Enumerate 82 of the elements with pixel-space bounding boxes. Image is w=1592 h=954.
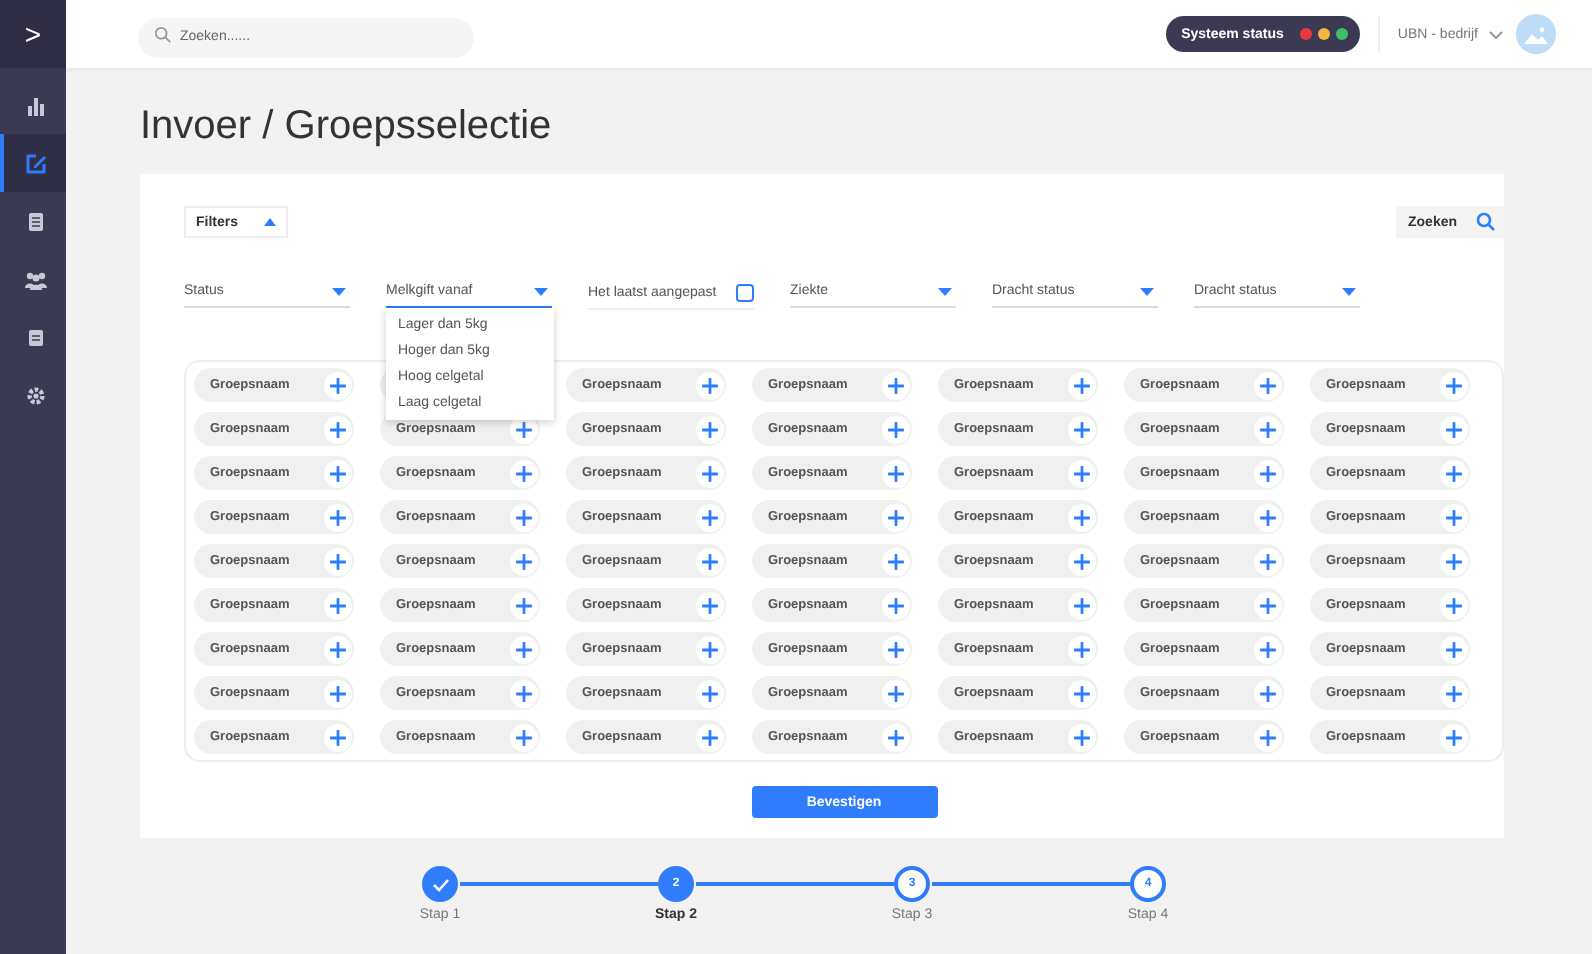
list-icon [23,325,47,349]
plus-icon [696,503,724,531]
plus-icon [510,591,538,619]
plus-icon [1254,723,1282,751]
plus-icon [696,459,724,487]
search-icon [1476,212,1496,232]
plus-icon [696,635,724,663]
plus-icon [1440,591,1468,619]
plus-icon [1254,591,1282,619]
checkbox[interactable] [736,283,754,301]
plus-icon [1254,459,1282,487]
caret-down-icon [938,287,952,295]
caret-up-icon [264,218,276,226]
plus-icon [324,547,352,575]
image-icon [1524,25,1548,43]
edit-icon [23,151,47,175]
plus-icon [1068,415,1096,443]
caret-down-icon [534,287,548,295]
plus-icon [1440,415,1468,443]
caret-down-icon [1140,287,1154,295]
caret-down-icon [332,287,346,295]
search-icon [154,26,172,44]
plus-icon [882,723,910,751]
plus-icon [882,415,910,443]
plus-icon [882,547,910,575]
plus-icon [510,503,538,531]
caret-down-icon [1342,287,1356,295]
plus-icon [324,459,352,487]
checkmark-icon [431,877,449,891]
plus-icon [882,503,910,531]
plus-icon [696,415,724,443]
plus-icon [696,723,724,751]
plus-icon [1068,371,1096,399]
plus-icon [696,591,724,619]
plus-icon [1068,635,1096,663]
plus-icon [1440,547,1468,575]
plus-icon [882,679,910,707]
plus-icon [1254,415,1282,443]
plus-icon [324,723,352,751]
plus-icon [510,459,538,487]
sidebar-item[interactable] [0,134,66,192]
plus-icon [1440,635,1468,663]
plus-icon [696,371,724,399]
plus-icon [696,547,724,575]
plus-icon [324,591,352,619]
plus-icon [510,547,538,575]
plus-icon [324,503,352,531]
plus-icon [1254,503,1282,531]
plus-icon [510,679,538,707]
sidebar-toggle-button[interactable]: > [0,0,66,68]
plus-icon [324,635,352,663]
plus-icon [1068,459,1096,487]
plus-icon [882,591,910,619]
plus-icon [324,371,352,399]
plus-icon [1254,547,1282,575]
bar-chart-icon [23,93,47,117]
plus-icon [1254,371,1282,399]
plus-icon [1440,459,1468,487]
plus-icon [1068,503,1096,531]
plus-icon [324,679,352,707]
plus-icon [1068,723,1096,751]
plus-icon [1254,679,1282,707]
plus-icon [1440,723,1468,751]
document-icon [23,209,47,233]
plus-icon [882,635,910,663]
plus-icon [882,459,910,487]
people-icon [23,267,47,291]
plus-icon [510,635,538,663]
plus-icon [1068,679,1096,707]
plus-icon [1068,547,1096,575]
plus-icon [1440,371,1468,399]
plus-icon [1068,591,1096,619]
plus-icon [696,679,724,707]
plus-icon [1440,679,1468,707]
plus-icon [1440,503,1468,531]
settings-icon [23,383,47,407]
chevron-down-icon [1488,29,1504,39]
plus-icon [510,723,538,751]
plus-icon [324,415,352,443]
plus-icon [882,371,910,399]
page-title: Invoer / Groepsselectie [140,104,554,148]
plus-icon [1254,635,1282,663]
